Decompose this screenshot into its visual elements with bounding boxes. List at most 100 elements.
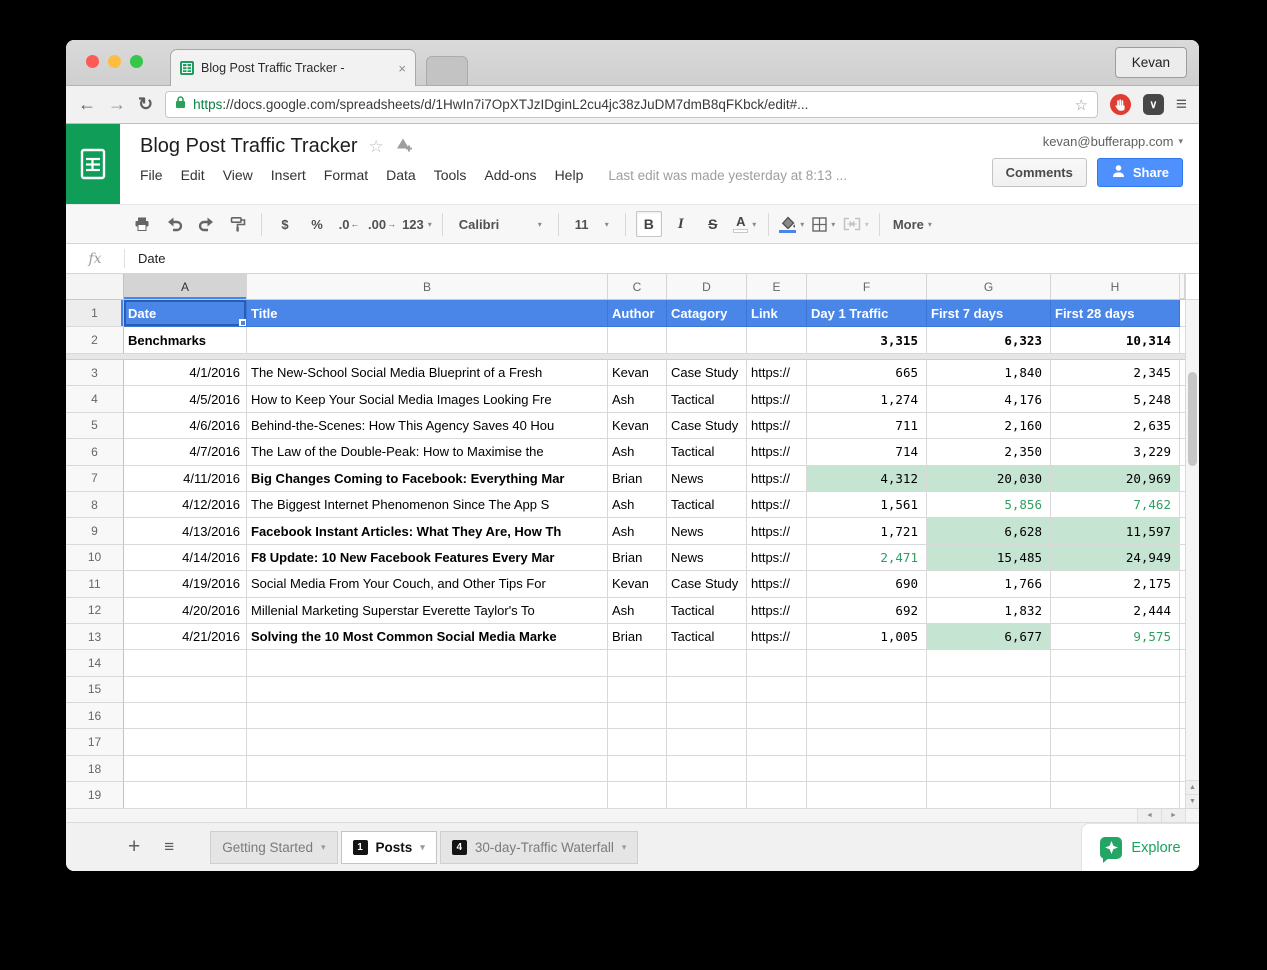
cell-G4[interactable]: 4,176 bbox=[927, 386, 1051, 413]
currency-format-button[interactable]: $ bbox=[272, 211, 298, 237]
all-sheets-button[interactable]: ≡ bbox=[164, 837, 174, 857]
browser-tab[interactable]: Blog Post Traffic Tracker - × bbox=[170, 49, 416, 86]
back-button[interactable]: ← bbox=[78, 94, 96, 115]
cell-C1[interactable]: Author bbox=[608, 300, 667, 327]
sheet-tab-posts[interactable]: 1 Posts ▾ bbox=[340, 830, 437, 864]
menu-tools[interactable]: Tools bbox=[425, 163, 476, 187]
cell-D2[interactable] bbox=[667, 327, 747, 354]
cell-G12[interactable]: 1,832 bbox=[927, 597, 1051, 624]
italic-button[interactable]: I bbox=[668, 211, 694, 237]
bold-button[interactable]: B bbox=[635, 211, 662, 237]
cell-E6[interactable]: https:// bbox=[747, 439, 807, 466]
explore-button[interactable]: Explore bbox=[1081, 823, 1199, 871]
select-all-corner[interactable] bbox=[66, 274, 124, 299]
cell-F11[interactable]: 690 bbox=[807, 571, 927, 598]
cell-E7[interactable]: https:// bbox=[747, 465, 807, 492]
cell-G8[interactable]: 5,856 bbox=[927, 491, 1051, 519]
cell-A2[interactable]: Benchmarks bbox=[124, 327, 247, 354]
account-row[interactable]: kevan@bufferapp.com ▾ bbox=[992, 134, 1183, 149]
row-header-1[interactable]: 1 bbox=[66, 300, 124, 327]
merge-cells-button[interactable]: ▾ bbox=[843, 211, 869, 237]
row-header-9[interactable]: 9 bbox=[66, 518, 124, 545]
col-header-H[interactable]: H bbox=[1051, 274, 1180, 299]
cell-H13[interactable]: 9,575 bbox=[1051, 623, 1180, 651]
cell-G10[interactable]: 15,485 bbox=[927, 544, 1051, 572]
row-header-16[interactable]: 16 bbox=[66, 703, 124, 730]
cell-D11[interactable]: Case Study bbox=[667, 571, 747, 598]
cell-D5[interactable]: Case Study bbox=[667, 412, 747, 440]
cell-F2[interactable]: 3,315 bbox=[807, 327, 927, 354]
cell-A6[interactable]: 4/7/2016 bbox=[124, 439, 247, 466]
cell-F18[interactable] bbox=[807, 755, 927, 783]
cell-H10[interactable]: 24,949 bbox=[1051, 544, 1180, 572]
cell-H12[interactable]: 2,444 bbox=[1051, 597, 1180, 624]
cell-F10[interactable]: 2,471 bbox=[807, 544, 927, 572]
cell-A10[interactable]: 4/14/2016 bbox=[124, 544, 247, 572]
cell-E15[interactable] bbox=[747, 676, 807, 704]
pocket-extension-icon[interactable]: ∨ bbox=[1142, 94, 1164, 115]
font-family-select[interactable]: Calibri ▾ bbox=[453, 211, 548, 237]
number-format-button[interactable]: 123 ▾ bbox=[402, 211, 432, 237]
increase-decimal-button[interactable]: .00 → bbox=[368, 211, 396, 237]
percent-format-button[interactable]: % bbox=[304, 211, 330, 237]
row-header-13[interactable]: 13 bbox=[66, 623, 124, 651]
cell-B14[interactable] bbox=[247, 650, 608, 677]
cell-C10[interactable]: Brian bbox=[608, 544, 667, 572]
cell-F4[interactable]: 1,274 bbox=[807, 386, 927, 413]
cell-D10[interactable]: News bbox=[667, 544, 747, 572]
cell-D19[interactable] bbox=[667, 782, 747, 808]
decrease-decimal-button[interactable]: .0 ← bbox=[336, 211, 362, 237]
menu-insert[interactable]: Insert bbox=[262, 163, 315, 187]
cell-H19[interactable] bbox=[1051, 782, 1180, 808]
cell-F19[interactable] bbox=[807, 782, 927, 808]
cell-B18[interactable] bbox=[247, 755, 608, 783]
cell-H7[interactable]: 20,969 bbox=[1051, 465, 1180, 492]
cell-H3[interactable]: 2,345 bbox=[1051, 360, 1180, 387]
cell-C5[interactable]: Kevan bbox=[608, 412, 667, 440]
cell-G17[interactable] bbox=[927, 729, 1051, 756]
last-edit-status[interactable]: Last edit was made yesterday at 8:13 ... bbox=[608, 168, 847, 183]
cell-C3[interactable]: Kevan bbox=[608, 360, 667, 387]
cell-G14[interactable] bbox=[927, 650, 1051, 677]
cell-D8[interactable]: Tactical bbox=[667, 491, 747, 519]
url-text[interactable]: https://docs.google.com/spreadsheets/d/1… bbox=[193, 97, 1067, 112]
forward-button[interactable]: → bbox=[108, 94, 126, 115]
cell-D14[interactable] bbox=[667, 650, 747, 677]
row-header-12[interactable]: 12 bbox=[66, 597, 124, 624]
cell-E13[interactable]: https:// bbox=[747, 623, 807, 651]
cell-E9[interactable]: https:// bbox=[747, 518, 807, 545]
cell-H2[interactable]: 10,314 bbox=[1051, 327, 1180, 354]
comments-button[interactable]: Comments bbox=[991, 158, 1087, 187]
row-header-17[interactable]: 17 bbox=[66, 729, 124, 756]
cell-E1[interactable]: Link bbox=[747, 300, 807, 327]
cell-G15[interactable] bbox=[927, 676, 1051, 704]
text-color-button[interactable]: A ▾ bbox=[732, 211, 758, 237]
cell-G13[interactable]: 6,677 bbox=[927, 623, 1051, 651]
menu-format[interactable]: Format bbox=[315, 163, 377, 187]
col-header-E[interactable]: E bbox=[747, 274, 807, 299]
cell-F12[interactable]: 692 bbox=[807, 597, 927, 624]
cell-A7[interactable]: 4/11/2016 bbox=[124, 465, 247, 492]
refresh-button[interactable]: ↻ bbox=[138, 94, 153, 115]
cell-C7[interactable]: Brian bbox=[608, 465, 667, 492]
borders-button[interactable]: ▾ bbox=[811, 211, 837, 237]
cell-H1[interactable]: First 28 days bbox=[1051, 300, 1180, 327]
print-button[interactable] bbox=[129, 211, 155, 237]
url-bar[interactable]: https://docs.google.com/spreadsheets/d/1… bbox=[165, 91, 1098, 118]
cell-B16[interactable] bbox=[247, 703, 608, 730]
cell-E12[interactable]: https:// bbox=[747, 597, 807, 624]
cell-E8[interactable]: https:// bbox=[747, 491, 807, 519]
cell-C15[interactable] bbox=[608, 676, 667, 704]
cell-D6[interactable]: Tactical bbox=[667, 439, 747, 466]
mac-close-button[interactable] bbox=[86, 55, 99, 68]
cell-B11[interactable]: Social Media From Your Couch, and Other … bbox=[247, 571, 608, 598]
cell-H15[interactable] bbox=[1051, 676, 1180, 704]
cell-G9[interactable]: 6,628 bbox=[927, 518, 1051, 545]
cell-B13[interactable]: Solving the 10 Most Common Social Media … bbox=[247, 623, 608, 651]
cell-C4[interactable]: Ash bbox=[608, 386, 667, 413]
cell-E10[interactable]: https:// bbox=[747, 544, 807, 572]
cell-A5[interactable]: 4/6/2016 bbox=[124, 412, 247, 440]
cell-B4[interactable]: How to Keep Your Social Media Images Loo… bbox=[247, 386, 608, 413]
cell-E4[interactable]: https:// bbox=[747, 386, 807, 413]
cell-A19[interactable] bbox=[124, 782, 247, 808]
